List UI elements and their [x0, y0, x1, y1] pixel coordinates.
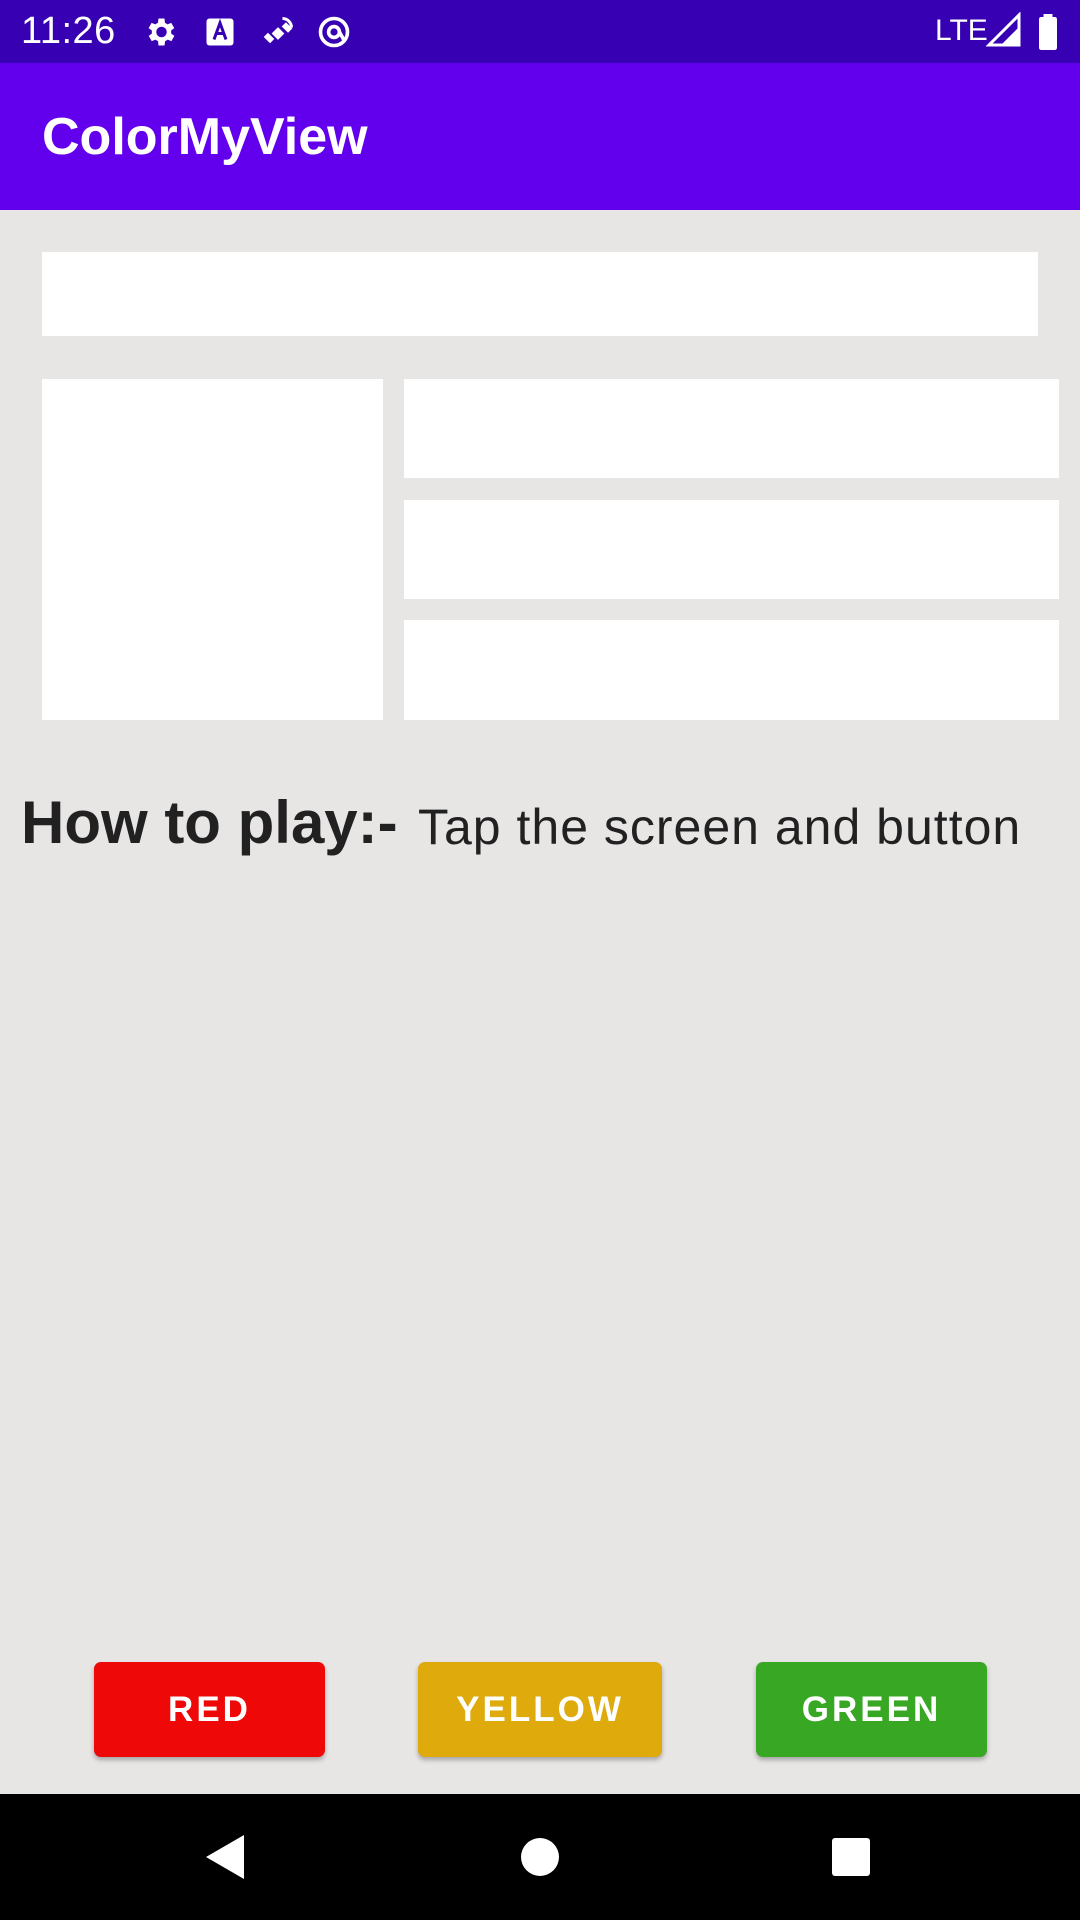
battery-icon — [1039, 14, 1057, 50]
satellite-icon — [263, 17, 293, 44]
text-a-icon — [206, 18, 234, 46]
home-icon — [521, 1838, 559, 1876]
red-button[interactable]: RED — [94, 1662, 325, 1757]
box-five[interactable] — [404, 620, 1059, 720]
how-to-play-label: How to play:- — [21, 789, 398, 856]
box-four[interactable] — [404, 500, 1059, 599]
at-sign-icon — [318, 16, 350, 48]
status-bar: 11:26 LTE — [0, 0, 1080, 63]
back-button[interactable] — [192, 1824, 258, 1890]
how-to-play-text: Tap the screen and button — [418, 799, 1022, 855]
back-icon — [206, 1835, 244, 1879]
network-type: LTE — [935, 14, 988, 47]
box-three[interactable] — [404, 379, 1059, 478]
navigation-bar — [0, 1794, 1080, 1920]
recents-button[interactable] — [818, 1824, 884, 1890]
home-button[interactable] — [507, 1824, 573, 1890]
settings-icon — [148, 18, 175, 46]
app-bar: ColorMyView — [0, 63, 1080, 210]
box-one[interactable] — [42, 252, 1038, 336]
recents-icon — [832, 1838, 870, 1876]
status-time: 11:26 — [21, 10, 116, 52]
yellow-button[interactable]: YELLOW — [418, 1662, 662, 1757]
signal-icon — [986, 12, 1021, 47]
green-button[interactable]: GREEN — [756, 1662, 987, 1757]
app-title: ColorMyView — [42, 108, 368, 166]
box-two[interactable] — [42, 379, 383, 720]
